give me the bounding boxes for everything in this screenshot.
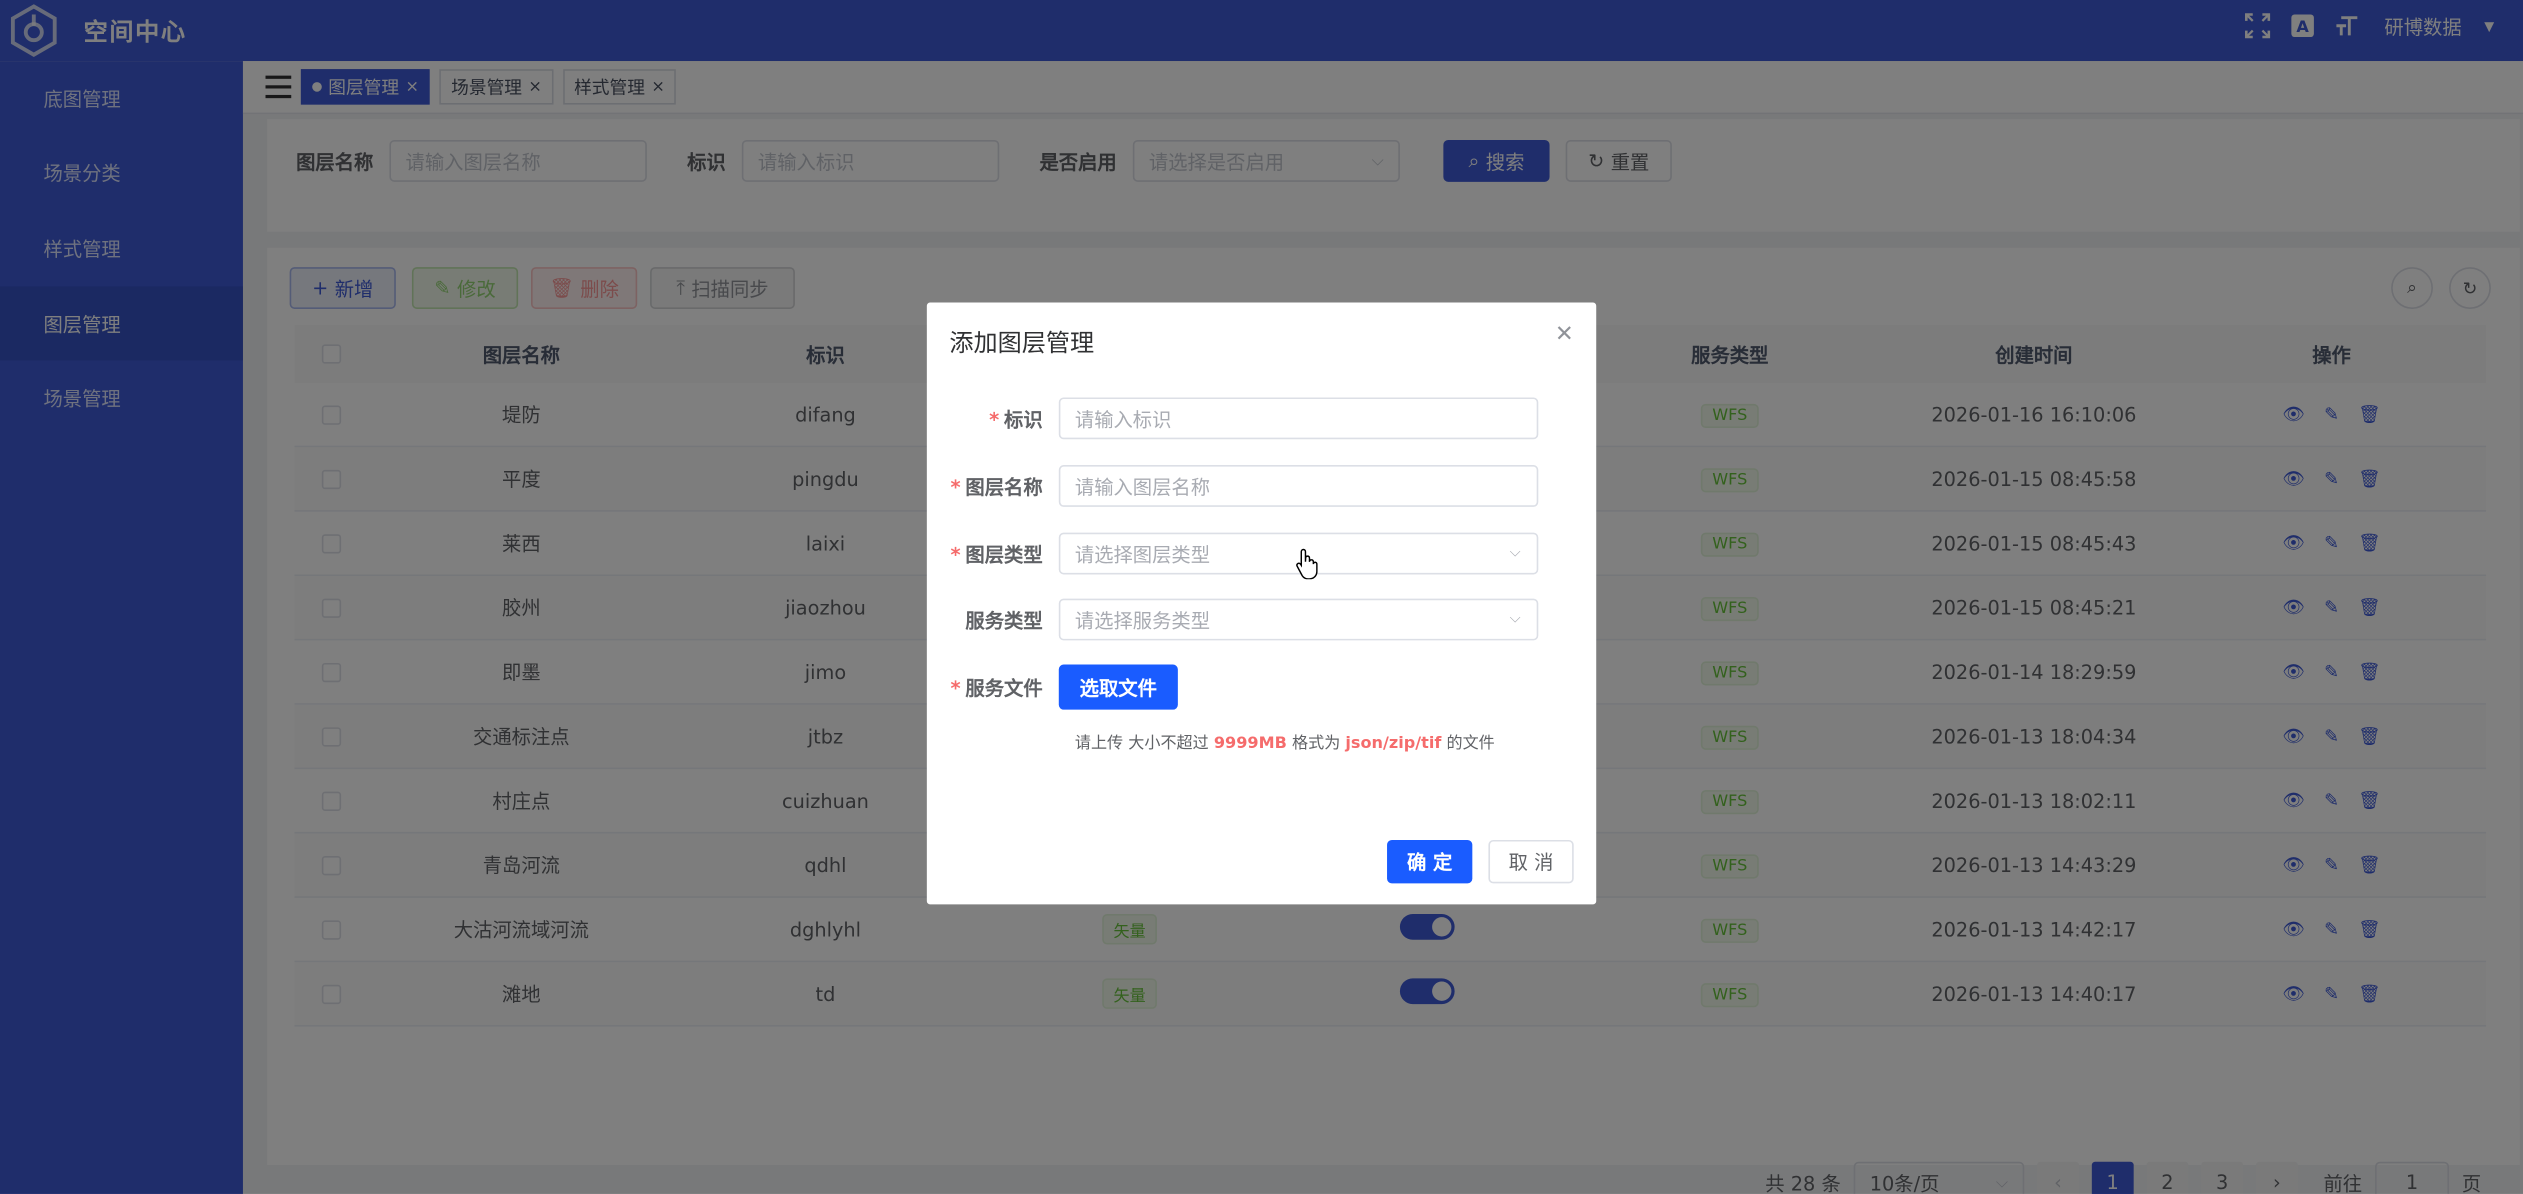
form-row-type: * 图层类型 请选择图层类型 ⌵ bbox=[927, 532, 1596, 575]
dialog-title: 添加图层管理 bbox=[949, 328, 1095, 358]
form-label: * 图层名称 bbox=[927, 472, 1059, 499]
file-label: 服务文件 bbox=[965, 676, 1043, 700]
required-asterisk: * bbox=[989, 407, 1000, 431]
required-asterisk: * bbox=[950, 475, 961, 499]
hand-cursor-icon bbox=[1296, 548, 1318, 580]
close-icon[interactable]: ✕ bbox=[1555, 322, 1574, 348]
tip-prefix: 请上传 大小不超过 bbox=[1074, 735, 1214, 754]
form-row-id: * 标识 请输入标识 bbox=[927, 397, 1596, 440]
tip-suffix: 的文件 bbox=[1441, 735, 1495, 754]
select-file-button[interactable]: 选取文件 bbox=[1058, 664, 1178, 710]
app-root: 空间中心 A 研博数据 ▼ 底图管理 场景分类 样式管理 图层管理 场景管理 图… bbox=[0, 0, 2523, 1194]
upload-tip: 请上传 大小不超过 9999MB 格式为 json/zip/tif 的文件 bbox=[1075, 729, 1495, 753]
type-placeholder: 请选择图层类型 bbox=[1074, 543, 1211, 566]
form-row-name: * 图层名称 请输入图层名称 bbox=[927, 465, 1596, 507]
layer-name-field[interactable]: 请输入图层名称 bbox=[1058, 465, 1539, 507]
tip-middle: 格式为 bbox=[1286, 735, 1346, 754]
form-row-file: * 服务文件 选取文件 bbox=[927, 664, 1596, 710]
service-placeholder: 请选择服务类型 bbox=[1074, 609, 1211, 632]
name-label: 图层名称 bbox=[965, 475, 1043, 499]
cancel-button[interactable]: 取 消 bbox=[1488, 839, 1574, 884]
tip-size: 9999MB bbox=[1213, 735, 1287, 754]
type-label: 图层类型 bbox=[965, 543, 1043, 566]
form-row-service: 服务类型 请选择服务类型 ⌵ bbox=[927, 598, 1596, 641]
chevron-down-icon: ⌵ bbox=[1509, 545, 1521, 562]
tip-formats: json/zip/tif bbox=[1345, 735, 1442, 754]
id-label: 标识 bbox=[1004, 407, 1043, 431]
chevron-down-icon: ⌵ bbox=[1509, 611, 1521, 628]
id-placeholder: 请输入标识 bbox=[1074, 407, 1172, 431]
name-placeholder: 请输入图层名称 bbox=[1074, 475, 1211, 499]
service-type-select[interactable]: 请选择服务类型 ⌵ bbox=[1058, 598, 1539, 641]
required-asterisk: * bbox=[950, 676, 961, 700]
add-layer-dialog: 添加图层管理 ✕ * 标识 请输入标识 * 图层名称 请输入图层名称 * 图层类型 请… bbox=[926, 302, 1597, 905]
confirm-button[interactable]: 确 定 bbox=[1387, 839, 1473, 884]
form-label: * 图层类型 bbox=[927, 540, 1059, 567]
form-label: 服务类型 bbox=[927, 606, 1059, 633]
service-label: 服务类型 bbox=[965, 609, 1043, 632]
form-label: * 标识 bbox=[927, 405, 1059, 432]
form-label: * 服务文件 bbox=[927, 673, 1059, 700]
id-field[interactable]: 请输入标识 bbox=[1058, 397, 1539, 440]
required-asterisk: * bbox=[950, 543, 961, 566]
